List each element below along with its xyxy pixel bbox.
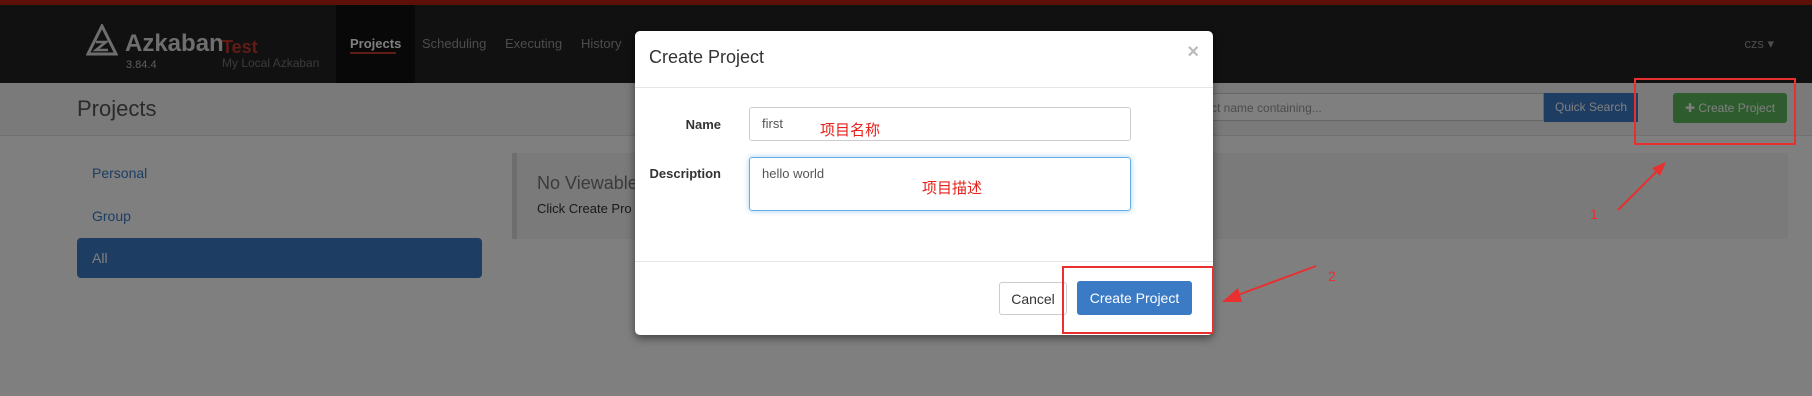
annotation-box-2 — [1062, 266, 1214, 334]
annotation-box-1 — [1634, 78, 1796, 145]
annotation-arrow-2 — [1222, 265, 1317, 302]
close-icon[interactable]: × — [1187, 41, 1199, 64]
dialog-title: Create Project — [649, 47, 765, 67]
dialog-header-divider — [635, 87, 1213, 88]
annotation-arrow-1 — [1617, 162, 1666, 211]
name-field[interactable]: first — [749, 107, 1131, 141]
dialog-footer-divider — [635, 261, 1213, 262]
description-label: Description — [649, 166, 721, 181]
name-label: Name — [685, 117, 721, 132]
annotation-step-2: 2 — [1328, 268, 1336, 284]
cancel-button[interactable]: Cancel — [999, 282, 1067, 315]
name-annotation: 项目名称 — [820, 121, 881, 139]
description-annotation: 项目描述 — [922, 179, 983, 197]
annotation-step-1: 1 — [1590, 206, 1598, 222]
